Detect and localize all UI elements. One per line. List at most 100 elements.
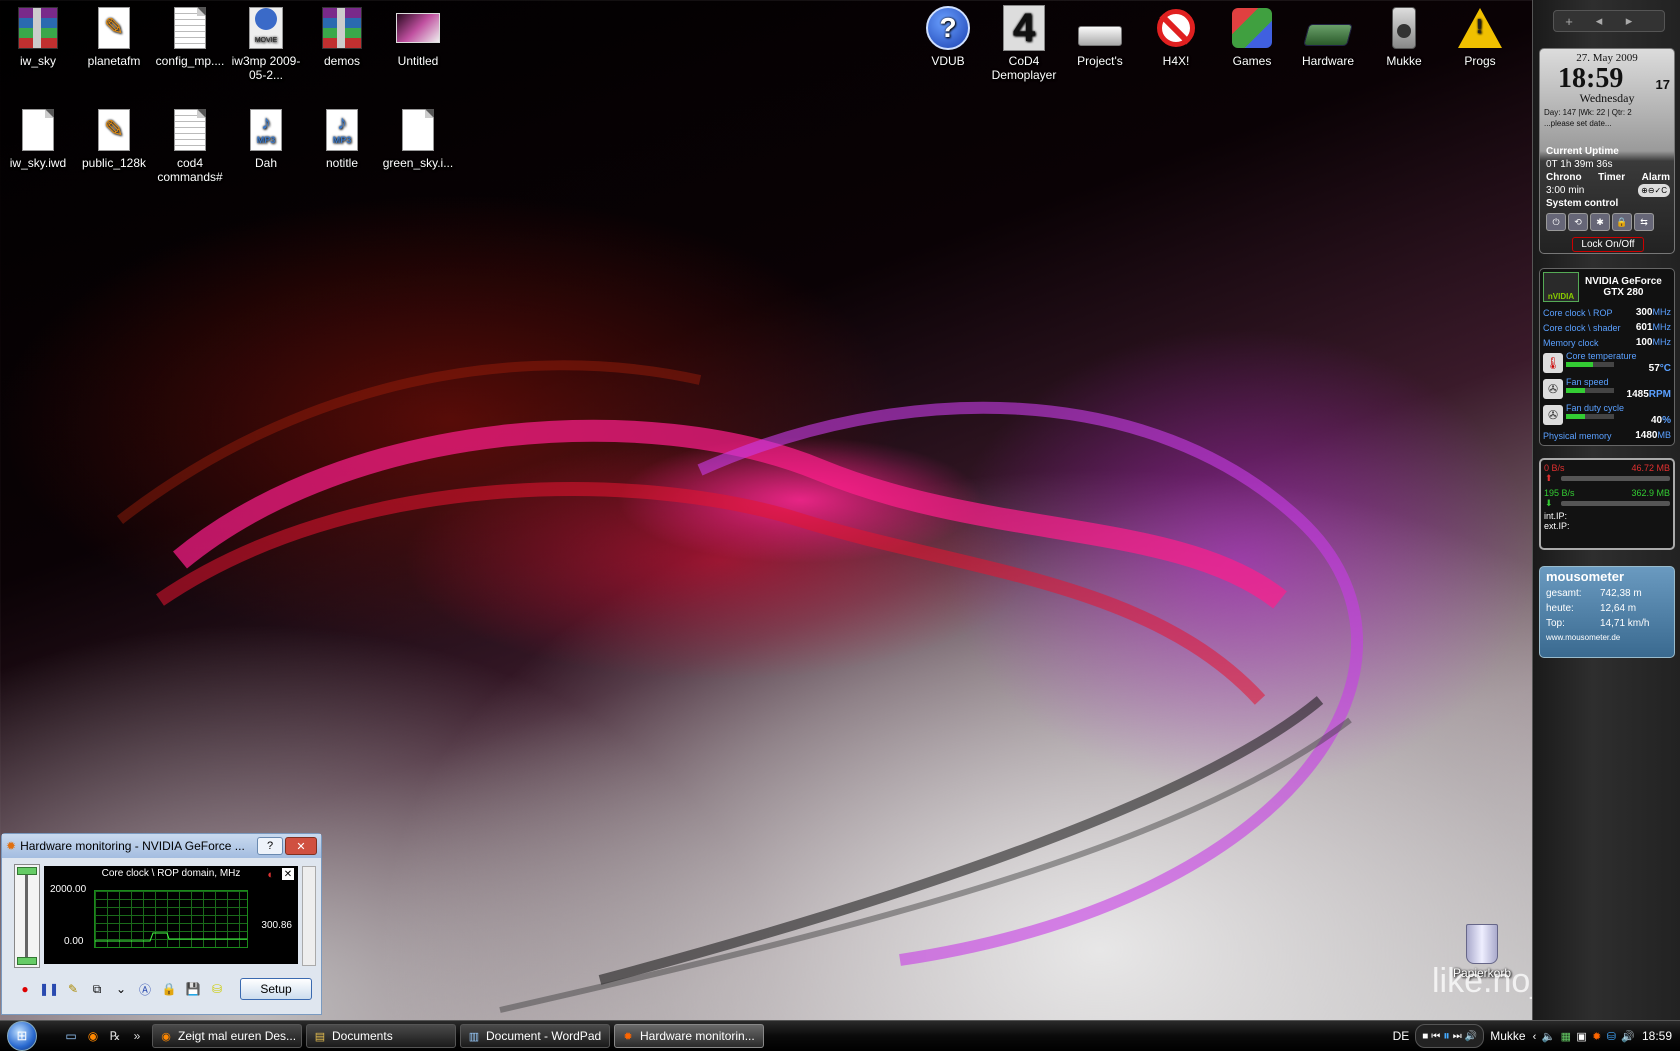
graph-color-icon[interactable]: ◐ [267,869,274,881]
tab-alarm[interactable]: Alarm [1642,171,1670,184]
save-icon[interactable]: 💾 [184,980,202,998]
desktop-icon[interactable]: ? VDUB [912,6,984,68]
tray-icons: ‹ 🔈 ▦ ▣ ✹ ⛁ 🔊 [1532,1029,1636,1043]
lock-toggle-button[interactable]: Lock On/Off [1572,237,1644,252]
hw-window-titlebar[interactable]: ✹ Hardware monitoring - NVIDIA GeForce .… [2,834,321,858]
download-bar [1560,501,1670,506]
tray-app-icon[interactable]: ▣ [1576,1031,1586,1043]
physical-memory-row: Physical memory 1480MB [1540,428,1674,443]
folder-icon: ▤ [314,1030,326,1043]
mousometer-top-row: Top: 14,71 km/h [1540,616,1674,631]
player-volume-icon[interactable]: 🔊 [1465,1031,1477,1042]
collapse-icon[interactable]: ⌄ [112,980,130,998]
desktop-icon[interactable]: cod4 commands# [154,108,226,184]
desktop-icon[interactable]: Hardware [1292,6,1364,68]
mp3-file-icon: ♪ MP3 [326,109,358,151]
taskbar-window-button[interactable]: ◉ Zeigt mal euren Des... [152,1024,302,1048]
tray-expand-icon[interactable]: ‹ [1533,1031,1537,1043]
clock-info: Day: 147 |Wk: 22 | Qtr: 2 ...please set … [1544,107,1632,129]
auto-icon[interactable]: Ⓐ [136,980,154,998]
desktop-icon[interactable]: ♪ MP3 Dah [230,108,302,170]
marker-icon[interactable]: ✎ [64,980,82,998]
desktop-icon[interactable]: H4X! [1140,6,1212,68]
taskbar-window-button[interactable]: ▤ Documents [306,1024,456,1048]
tray-sound-icon[interactable]: 🔊 [1621,1031,1635,1043]
tray-volume-icon[interactable]: 🔈 [1542,1031,1556,1043]
player-pause-icon[interactable]: ⏸ [1443,1028,1450,1044]
tray-connection-icon[interactable]: ⛁ [1607,1031,1616,1043]
desktop-icon[interactable]: green_sky.i... [382,108,454,170]
desktop-icon[interactable]: iw_sky [2,6,74,68]
sidebar-next-icon[interactable]: ▸ [1614,13,1644,29]
fan-duty-bar [1566,414,1614,419]
desktop-icon[interactable]: ♪ MP3 notitle [306,108,378,170]
player-stop-icon[interactable]: ■ [1422,1031,1428,1042]
fan-duty-row: ✇ Fan duty cycle 40% [1540,402,1674,428]
windows-icon[interactable]: ⧉ [88,980,106,998]
sidebar-prev-icon[interactable]: ◂ [1584,13,1614,29]
graph-close-icon[interactable]: ✕ [282,868,294,880]
firefox-quicklaunch-icon[interactable]: ◉ [84,1027,102,1045]
upload-rate: 0 B/s [1544,463,1565,473]
shutdown-icon[interactable]: ⏻ [1546,213,1566,231]
desktop-icon[interactable]: ✎ public_128k [78,108,150,170]
desktop-icon[interactable]: Untitled [382,6,454,68]
restart-icon[interactable]: ⟲ [1568,213,1588,231]
timer-controls-icon[interactable]: ⊕⊖✓C [1638,184,1670,197]
desktop-icon[interactable]: ✎ planetafm [78,6,150,68]
slider-bottom-handle[interactable] [17,957,37,965]
total-value: 742,38 m [1600,588,1642,599]
media-player-controls: ■ ⏮ ⏸ ⏭ 🔊 [1415,1024,1485,1048]
desktop-icon[interactable]: Games [1216,6,1288,68]
taskbar: ⊞ ▭ ◉ ℞ » ◉ Zeigt mal euren Des... ▤ Docume… [0,1020,1680,1051]
database-icon[interactable]: ⛁ [208,980,226,998]
desktop-icon[interactable]: 4 CoD4 Demoplayer [988,5,1060,82]
mousometer-url[interactable]: www.mousometer.de [1540,631,1674,644]
desktop-icon[interactable]: iw_sky.iwd [2,108,74,170]
player-next-icon[interactable]: ⏭ [1453,1031,1462,1042]
record-icon[interactable]: ● [16,980,34,998]
lock-icon[interactable]: 🔒 [160,980,178,998]
winrar-archive-icon [18,7,58,49]
setup-button[interactable]: Setup [240,978,312,1000]
recycle-bin-icon [1466,924,1498,964]
tray-network-icon[interactable]: ▦ [1561,1031,1571,1043]
taskbar-clock[interactable]: 18:59 [1642,1029,1672,1043]
logoff-icon[interactable]: ⇆ [1634,213,1654,231]
wordpad-icon: ▥ [468,1030,480,1043]
desktop-icon[interactable]: config_mp.... [154,6,226,68]
desktop-icon-label: iw3mp 2009-05-2... [231,54,301,82]
taskbar-window-button[interactable]: ✹ Hardware monitorin... [614,1024,764,1048]
desktop-icon[interactable]: Mukke [1368,6,1440,68]
pause-icon[interactable]: ❚❚ [39,980,59,998]
lock-icon[interactable]: 🔒 [1612,213,1632,231]
tab-timer[interactable]: Timer [1598,171,1625,184]
desktop-icon-label: Games [1232,54,1272,68]
taskbar-window-button[interactable]: ▥ Document - WordPad [460,1024,610,1048]
desktop-icon-label: public_128k [81,156,147,170]
desktop-icon-label: Untitled [397,54,439,68]
desktop-icon[interactable]: ! Progs [1444,6,1516,68]
sleep-icon[interactable]: ✱ [1590,213,1610,231]
rivatuner-quicklaunch-icon[interactable]: ℞ [106,1027,124,1045]
player-prev-icon[interactable]: ⏮ [1431,1031,1440,1042]
graph-max: 2000.00 [50,884,87,895]
start-button[interactable]: ⊞ [0,1021,44,1051]
desktop-icon[interactable]: Project's [1064,6,1136,68]
graph-scrollbar[interactable] [302,866,316,966]
add-gadget-icon[interactable]: + [1554,14,1584,29]
core-temp-label: Core temperature [1566,351,1637,361]
help-button[interactable]: ? [257,837,283,855]
desktop-icon[interactable]: demos [306,6,378,68]
graph-range-slider[interactable] [14,864,40,968]
tray-rivatuner-icon[interactable]: ✹ [1592,1031,1601,1043]
quicklaunch-overflow-icon[interactable]: » [128,1027,146,1045]
tab-chrono[interactable]: Chrono [1546,171,1582,184]
desktop-icon-label: demos [323,54,361,68]
nvidia-gadget: nVIDIA NVIDIA GeForce GTX 280 Core clock… [1539,268,1675,446]
desktop-icon[interactable]: MOVIE iw3mp 2009-05-2... [230,6,302,82]
language-indicator[interactable]: DE [1393,1029,1410,1043]
slider-top-handle[interactable] [17,867,37,875]
close-button[interactable]: ✕ [285,837,317,855]
show-desktop-icon[interactable]: ▭ [62,1027,80,1045]
